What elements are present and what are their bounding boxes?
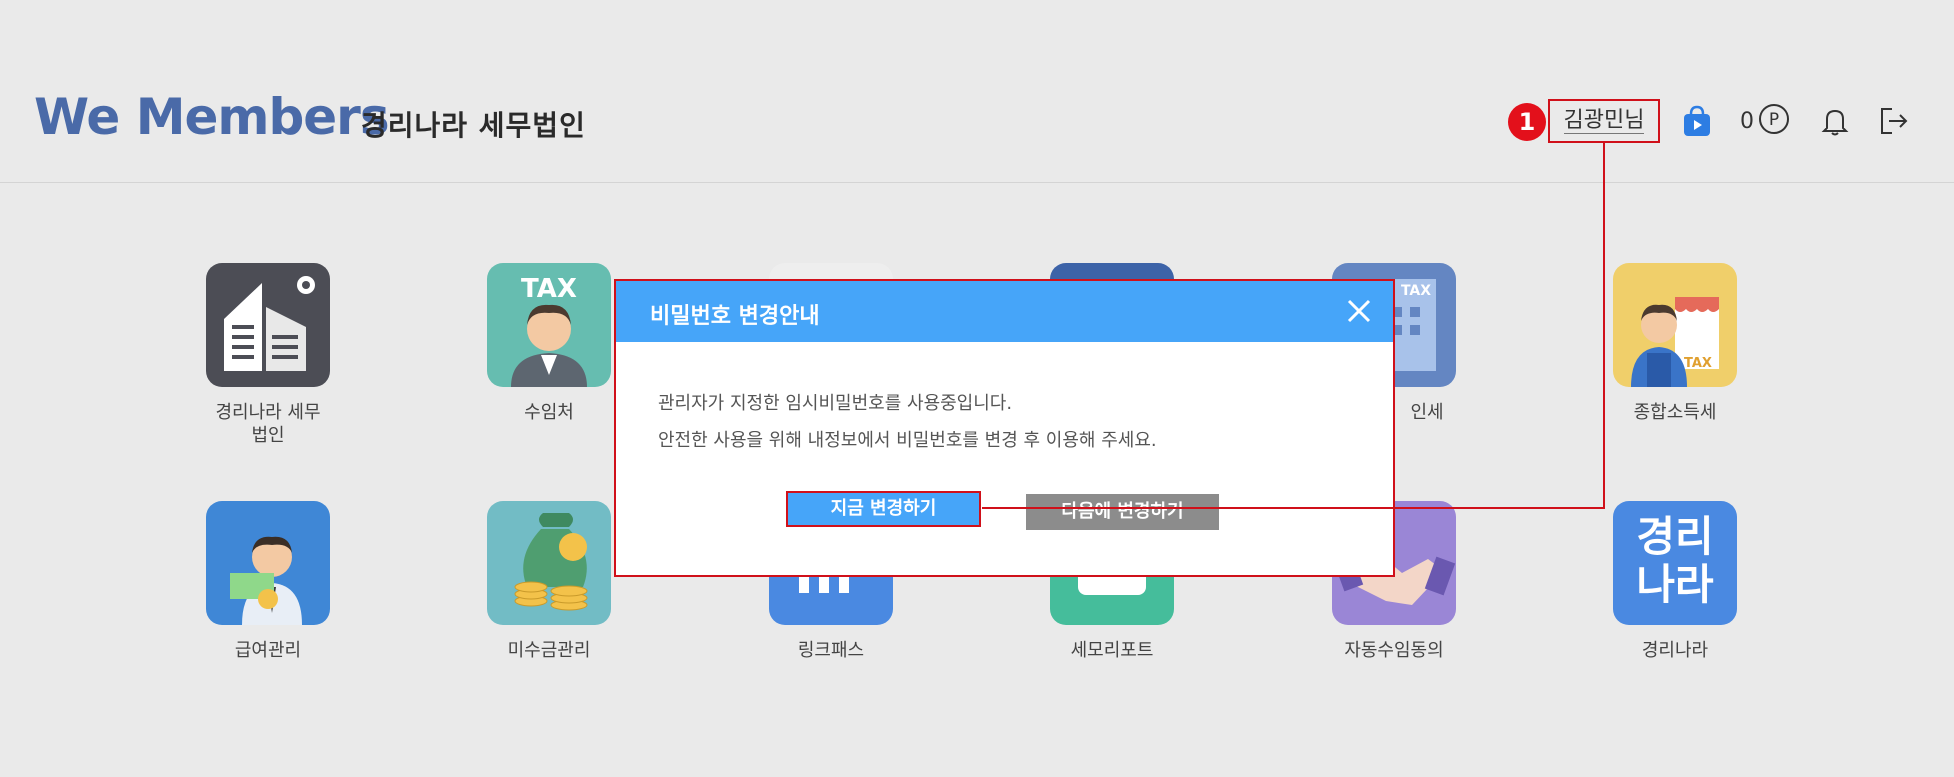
company-name: 경리나라 세무법인 [361,109,586,142]
user-name-label: 김광민님 [1563,108,1645,134]
app-gyeongrinara[interactable]: 경리 나라 경리나라 [1585,501,1765,662]
app-label: 세모리포트 [1070,640,1154,661]
annotation-connector [1395,507,1605,509]
logout-icon[interactable] [1876,104,1910,138]
app-label: 미수금관리 [507,640,591,661]
annotation-connector [982,507,1395,509]
payroll-person-icon [206,501,330,625]
app-payroll[interactable]: 급여관리 [178,501,358,662]
points-p-icon: P [1758,103,1790,139]
dialog-header: 비밀번호 변경안내 [616,281,1393,342]
annotation-badge: 1 [1508,103,1546,141]
app-label: 경리나라 세무 법인 [215,402,321,446]
money-bag-icon [487,501,611,625]
building-gear-icon [206,263,330,387]
app-logo[interactable]: We Members [34,88,390,146]
points-value: 0 [1740,108,1754,134]
shopkeeper-icon: TAX [1613,263,1737,387]
app-gyeongrinara-tax-firm[interactable]: 경리나라 세무 법인 [178,263,358,447]
app-label: 링크패스 [797,640,865,661]
dialog-body: 관리자가 지정한 임시비밀번호를 사용중입니다. 안전한 사용을 위해 내정보에… [616,342,1393,459]
shopping-bag-icon[interactable] [1680,104,1714,138]
change-now-button[interactable]: 지금 변경하기 [786,491,981,527]
header-bar: We Members 경리나라 세무법인 [0,0,1954,183]
change-later-button[interactable]: 다음에 변경하기 [1026,494,1219,530]
points-display[interactable]: 0 P [1740,104,1790,138]
svg-text:TAX: TAX [1684,356,1712,371]
tax-person-icon: TAX [487,263,611,387]
app-label: 종합소득세 [1633,402,1717,423]
close-icon[interactable] [1343,295,1375,327]
svg-text:TAX: TAX [521,274,577,304]
app-label: 자동수임동의 [1344,640,1444,661]
dialog-message-line1: 관리자가 지정한 임시비밀번호를 사용중입니다. [658,393,1013,414]
app-label: 급여관리 [234,640,302,661]
annotation-connector [1603,143,1605,509]
app-clients[interactable]: TAX 수임처 [459,263,639,424]
bell-icon[interactable] [1818,104,1852,138]
app-label: 수임처 [524,402,574,423]
app-label: 경리나라 [1641,640,1709,661]
dialog-message-line2: 안전한 사용을 위해 내정보에서 비밀번호를 변경 후 이용해 주세요. [658,430,1157,451]
password-change-dialog: 비밀번호 변경안내 관리자가 지정한 임시비밀번호를 사용중입니다. 안전한 사… [614,279,1395,577]
user-name-link[interactable]: 김광민님 [1548,99,1660,143]
dialog-title: 비밀번호 변경안내 [650,304,820,329]
svg-text:P: P [1769,110,1779,130]
gyeongrinara-icon: 경리 나라 [1613,501,1737,625]
app-receivables[interactable]: 미수금관리 [459,501,639,662]
svg-text:TAX: TAX [1401,283,1431,299]
app-global-income-tax[interactable]: TAX 종합소득세 [1585,263,1765,424]
